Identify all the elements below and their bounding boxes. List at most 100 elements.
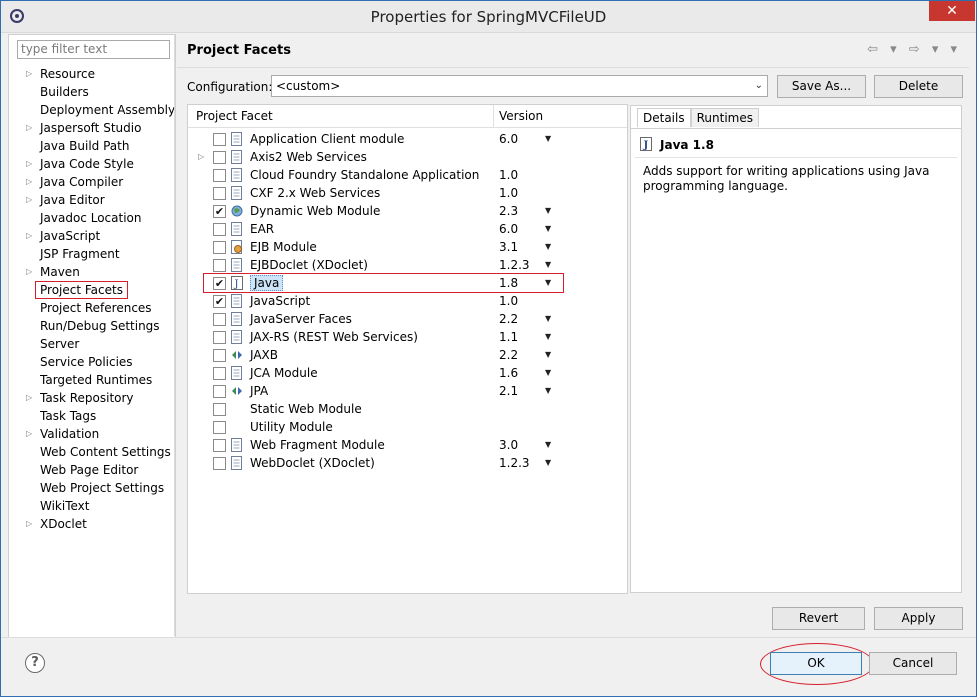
sidebar-item-java-editor[interactable]: ▷ Java Editor xyxy=(9,191,175,209)
save-as-button[interactable]: Save As... xyxy=(777,75,866,98)
expand-arrow-icon[interactable]: ▷ xyxy=(26,515,32,533)
chevron-down-icon[interactable]: ▼ xyxy=(545,364,551,382)
pane-divider[interactable] xyxy=(174,34,175,636)
facet-checkbox[interactable] xyxy=(213,169,226,182)
expand-arrow-icon[interactable]: ▷ xyxy=(26,65,32,83)
facet-version[interactable]: 3.0 xyxy=(499,436,518,454)
expand-arrow-icon[interactable]: ▷ xyxy=(26,119,32,137)
chevron-down-icon[interactable]: ▼ xyxy=(545,256,551,274)
facet-checkbox[interactable]: ✔ xyxy=(213,277,226,290)
facet-version[interactable]: 1.8 xyxy=(499,274,518,292)
sidebar-item-run-debug-settings[interactable]: Run/Debug Settings xyxy=(9,317,175,335)
chevron-down-icon[interactable]: ▼ xyxy=(545,130,551,148)
sidebar-item-resource[interactable]: ▷ Resource xyxy=(9,65,175,83)
chevron-down-icon[interactable]: ▼ xyxy=(545,274,551,292)
expand-arrow-icon[interactable]: ▷ xyxy=(26,389,32,407)
facet-checkbox[interactable] xyxy=(213,241,226,254)
chevron-down-icon[interactable]: ▼ xyxy=(545,346,551,364)
table-row[interactable]: ▷ Axis2 Web Services xyxy=(188,148,627,166)
sidebar-item-targeted-runtimes[interactable]: Targeted Runtimes xyxy=(9,371,175,389)
sidebar-item-web-page-editor[interactable]: Web Page Editor xyxy=(9,461,175,479)
chevron-down-icon[interactable]: ▼ xyxy=(545,202,551,220)
table-row[interactable]: WebDoclet (XDoclet) 1.2.3 ▼ xyxy=(188,454,627,472)
chevron-down-icon[interactable]: ▼ xyxy=(545,382,551,400)
expand-arrow-icon[interactable]: ▷ xyxy=(26,227,32,245)
table-row[interactable]: ✔ JavaScript 1.0 xyxy=(188,292,627,310)
table-row[interactable]: Static Web Module xyxy=(188,400,627,418)
column-header-version[interactable]: Version xyxy=(499,109,543,123)
table-row[interactable]: Web Fragment Module 3.0 ▼ xyxy=(188,436,627,454)
sidebar-item-web-content-settings[interactable]: Web Content Settings xyxy=(9,443,175,461)
sidebar-item-java-compiler[interactable]: ▷ Java Compiler xyxy=(9,173,175,191)
facet-version[interactable]: 6.0 xyxy=(499,130,518,148)
facet-checkbox[interactable] xyxy=(213,151,226,164)
table-row[interactable]: JAXB 2.2 ▼ xyxy=(188,346,627,364)
facet-checkbox[interactable] xyxy=(213,331,226,344)
sidebar-item-task-repository[interactable]: ▷ Task Repository xyxy=(9,389,175,407)
facet-checkbox[interactable] xyxy=(213,349,226,362)
chevron-down-icon[interactable]: ▼ xyxy=(545,454,551,472)
cancel-button[interactable]: Cancel xyxy=(869,652,957,675)
help-icon[interactable]: ? xyxy=(25,653,45,673)
expand-arrow-icon[interactable]: ▷ xyxy=(198,148,204,166)
sidebar-item-builders[interactable]: Builders xyxy=(9,83,175,101)
table-row[interactable]: JavaServer Faces 2.2 ▼ xyxy=(188,310,627,328)
table-row[interactable]: JAX-RS (REST Web Services) 1.1 ▼ xyxy=(188,328,627,346)
sidebar-item-javadoc-location[interactable]: Javadoc Location xyxy=(9,209,175,227)
facet-version[interactable]: 3.1 xyxy=(499,238,518,256)
facet-checkbox[interactable] xyxy=(213,259,226,272)
sidebar-item-project-references[interactable]: Project References xyxy=(9,299,175,317)
table-row[interactable]: ✔ J Java 1.8 ▼ xyxy=(203,273,564,293)
facet-version[interactable]: 1.1 xyxy=(499,328,518,346)
expand-arrow-icon[interactable]: ▷ xyxy=(26,263,32,281)
sidebar-item-javascript[interactable]: ▷ JavaScript xyxy=(9,227,175,245)
facet-checkbox[interactable] xyxy=(213,133,226,146)
sidebar-item-java-build-path[interactable]: Java Build Path xyxy=(9,137,175,155)
facet-checkbox[interactable] xyxy=(213,439,226,452)
expand-arrow-icon[interactable]: ▷ xyxy=(26,425,32,443)
sidebar-item-server[interactable]: Server xyxy=(9,335,175,353)
facet-version[interactable]: 2.3 xyxy=(499,202,518,220)
facet-version[interactable]: 1.6 xyxy=(499,364,518,382)
table-row[interactable]: EJBDoclet (XDoclet) 1.2.3 ▼ xyxy=(188,256,627,274)
facet-checkbox[interactable] xyxy=(213,385,226,398)
facet-version[interactable]: 6.0 xyxy=(499,220,518,238)
ok-button[interactable]: OK xyxy=(770,652,862,675)
facet-version[interactable]: 2.2 xyxy=(499,346,518,364)
table-row[interactable]: EAR 6.0 ▼ xyxy=(188,220,627,238)
delete-button[interactable]: Delete xyxy=(874,75,963,98)
facet-version[interactable]: 1.2.3 xyxy=(499,454,530,472)
revert-button[interactable]: Revert xyxy=(772,607,865,630)
sidebar-item-jsp-fragment[interactable]: JSP Fragment xyxy=(9,245,175,263)
history-nav-arrows[interactable]: ⇦ ▾ ⇨ ▾ ▾ xyxy=(867,42,961,57)
chevron-down-icon[interactable]: ▼ xyxy=(545,328,551,346)
configuration-select[interactable]: <custom> ⌄ xyxy=(271,75,768,97)
table-row[interactable]: JCA Module 1.6 ▼ xyxy=(188,364,627,382)
table-row[interactable]: CXF 2.x Web Services 1.0 xyxy=(188,184,627,202)
chevron-down-icon[interactable]: ▼ xyxy=(545,220,551,238)
expand-arrow-icon[interactable]: ▷ xyxy=(26,173,32,191)
column-divider[interactable] xyxy=(493,105,494,127)
sidebar-item-xdoclet[interactable]: ▷ XDoclet xyxy=(9,515,175,533)
sidebar-item-wikitext[interactable]: WikiText xyxy=(9,497,175,515)
facet-version[interactable]: 1.2.3 xyxy=(499,256,530,274)
sidebar-item-service-policies[interactable]: Service Policies xyxy=(9,353,175,371)
sidebar-item-project-facets[interactable]: Project Facets xyxy=(9,281,175,299)
table-row[interactable]: ✔ Dynamic Web Module 2.3 ▼ xyxy=(188,202,627,220)
sidebar-item-jaspersoft-studio[interactable]: ▷ Jaspersoft Studio xyxy=(9,119,175,137)
chevron-down-icon[interactable]: ▼ xyxy=(545,436,551,454)
table-row[interactable]: Cloud Foundry Standalone Application 1.0 xyxy=(188,166,627,184)
filter-input[interactable]: type filter text xyxy=(17,40,170,59)
expand-arrow-icon[interactable]: ▷ xyxy=(26,191,32,209)
facet-checkbox[interactable] xyxy=(213,403,226,416)
close-button[interactable]: ✕ xyxy=(929,1,975,21)
facet-checkbox[interactable]: ✔ xyxy=(213,205,226,218)
chevron-down-icon[interactable]: ▼ xyxy=(545,238,551,256)
table-row[interactable]: Application Client module 6.0 ▼ xyxy=(188,130,627,148)
sidebar-item-web-project-settings[interactable]: Web Project Settings xyxy=(9,479,175,497)
facet-version[interactable]: 2.1 xyxy=(499,382,518,400)
facet-checkbox[interactable] xyxy=(213,367,226,380)
sidebar-item-task-tags[interactable]: Task Tags xyxy=(9,407,175,425)
tab-details[interactable]: Details xyxy=(637,108,691,127)
facet-checkbox[interactable] xyxy=(213,223,226,236)
